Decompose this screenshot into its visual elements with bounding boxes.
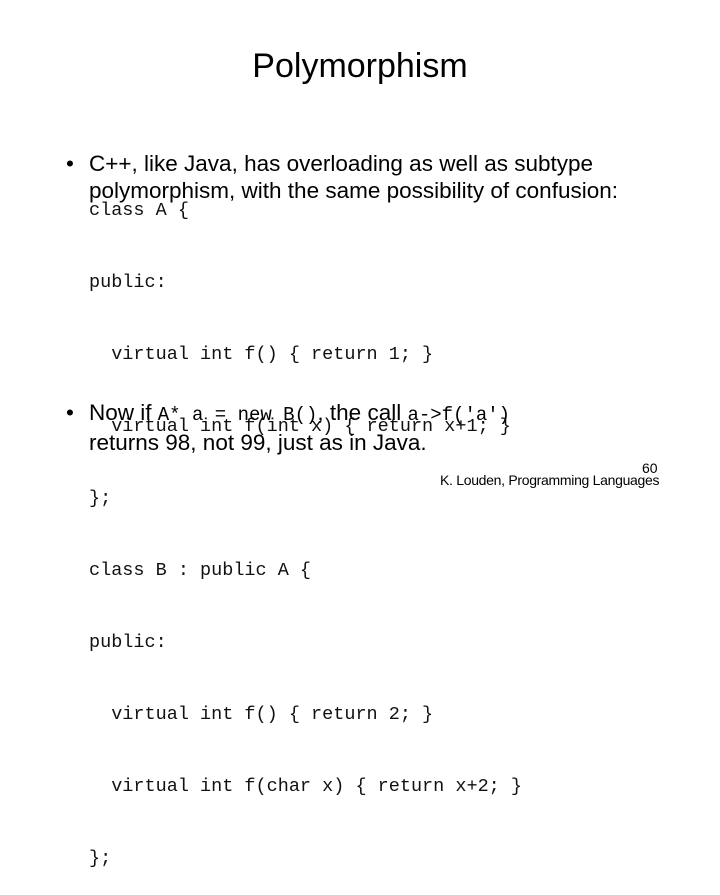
code-line: class A { <box>89 200 189 221</box>
inline-code: a->f('a') <box>407 404 511 426</box>
code-line: }; <box>89 848 112 869</box>
text-prefix: Now if <box>89 400 158 425</box>
code-line: virtual int f() { return 2; } <box>89 704 434 725</box>
code-line: public: <box>89 272 167 293</box>
code-line: virtual int f(char x) { return x+2; } <box>89 776 522 797</box>
footer-citation: K. Louden, Programming Languages <box>440 472 660 488</box>
code-line: class B : public A { <box>89 560 312 581</box>
slide-title: Polymorphism <box>252 47 468 85</box>
bullet-dot-icon: • <box>66 151 74 176</box>
bullet-dot-icon: • <box>66 400 74 425</box>
text-middle: , the call <box>317 400 408 425</box>
bullet-text: Now if A* a = new B(), the call a->f('a'… <box>89 399 510 456</box>
bullet-line-2: returns 98, not 99, just as in Java. <box>89 430 427 455</box>
code-line: }; <box>89 488 112 509</box>
code-block: class A { public: virtual int f() { retu… <box>89 151 522 895</box>
bullet-line-1: Now if A* a = new B(), the call a->f('a'… <box>89 399 510 429</box>
inline-code: A* a = new B() <box>157 404 318 426</box>
code-line: public: <box>89 632 167 653</box>
code-line: virtual int f() { return 1; } <box>89 344 434 365</box>
